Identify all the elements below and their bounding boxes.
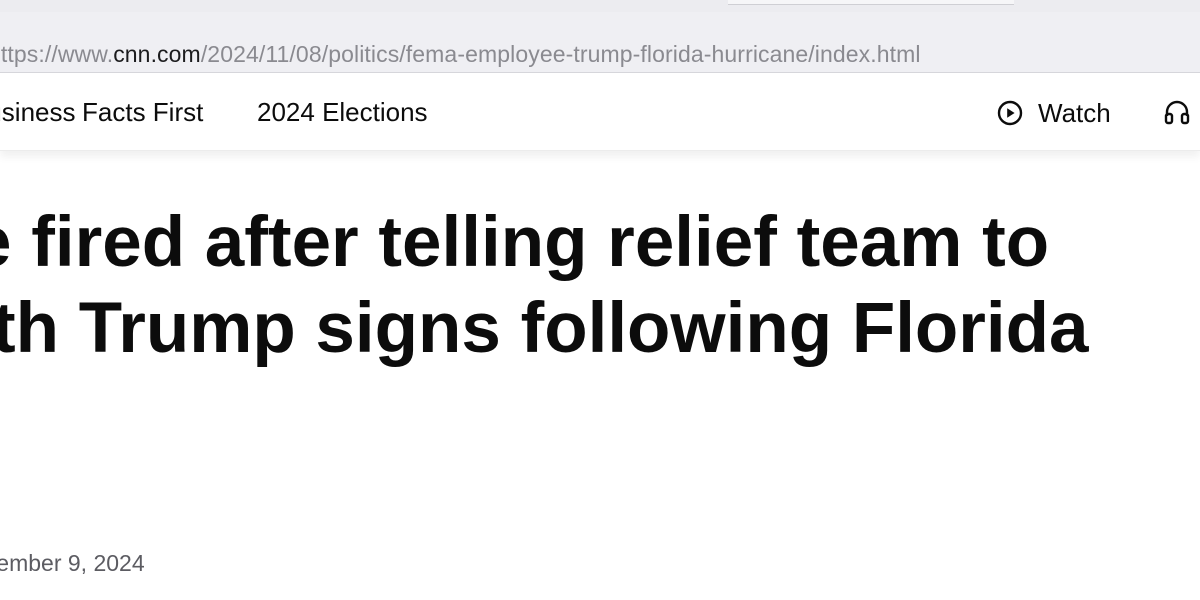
address-bar[interactable]: https://www.cnn.com/2024/11/08/politics/… — [0, 12, 1200, 73]
url-path: /2024/11/08/politics/fema-employee-trump… — [200, 41, 921, 67]
play-circle-icon — [997, 100, 1023, 126]
nav-item-business[interactable]: Business — [0, 97, 76, 128]
headline-line-2: th Trump signs following Florida — [0, 289, 1089, 368]
headline-line-1: e fired after telling relief team to — [0, 203, 1050, 282]
watch-link[interactable]: Watch — [996, 97, 1111, 129]
url-host: cnn.com — [113, 41, 201, 67]
browser-tab-strip — [0, 0, 1200, 12]
nav-item-2024-elections[interactable]: 2024 Elections — [257, 97, 428, 128]
article-date: ovember 9, 2024 — [0, 550, 145, 576]
headphones-icon[interactable] — [1163, 98, 1191, 126]
url-prefix: https://www. — [0, 41, 114, 67]
article-headline: e fired after telling relief team to th … — [0, 200, 1200, 372]
active-tab-edge[interactable] — [728, 0, 1014, 5]
url-text[interactable]: https://www.cnn.com/2024/11/08/politics/… — [0, 41, 921, 68]
nav-item-facts-first[interactable]: Facts First — [82, 97, 203, 128]
site-navigation: Business Facts First 2024 Elections Watc… — [0, 73, 1200, 151]
watch-label: Watch — [1038, 97, 1111, 128]
